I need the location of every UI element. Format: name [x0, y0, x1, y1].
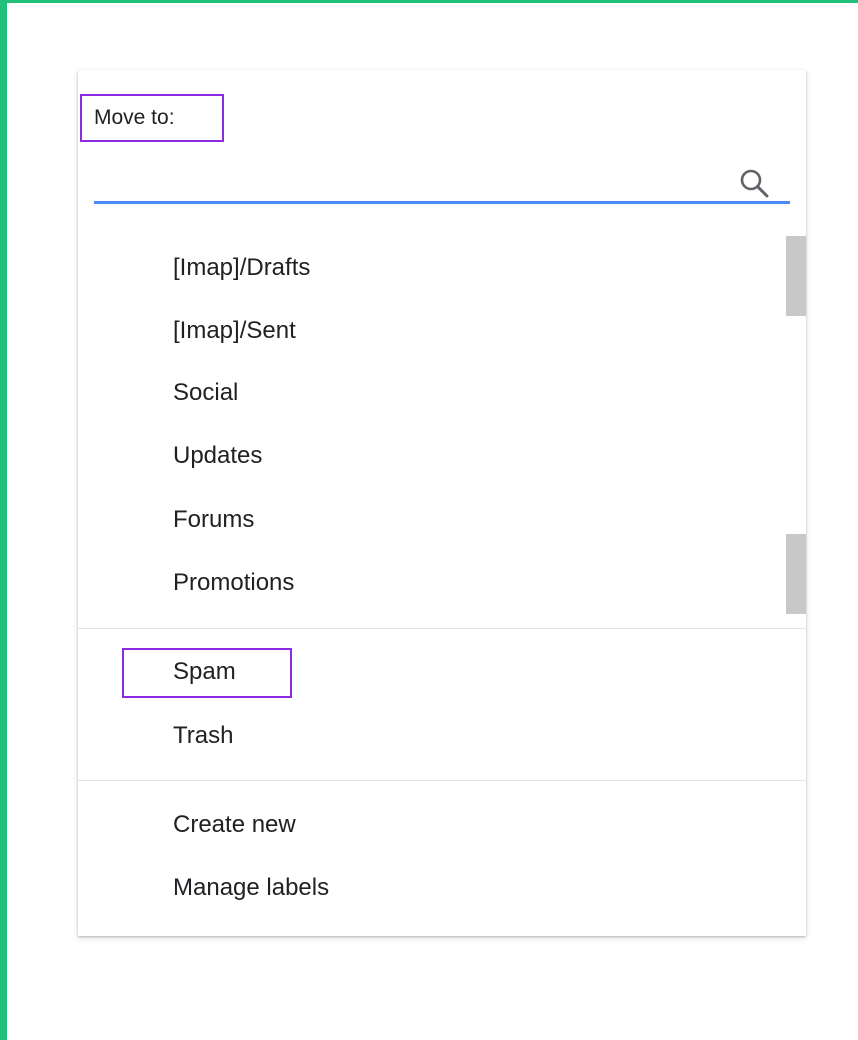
menu-item-forums[interactable]: Forums — [173, 500, 254, 540]
scrollbar-thumb-top[interactable] — [786, 236, 806, 316]
move-to-menu: Move to: [Imap]/Drafts [Imap]/Sent Socia… — [78, 70, 806, 936]
scrollbar-thumb-bottom[interactable] — [786, 534, 806, 614]
menu-item-trash[interactable]: Trash — [173, 716, 233, 756]
menu-item-manage-labels[interactable]: Manage labels — [173, 868, 329, 908]
menu-item-imap-drafts[interactable]: [Imap]/Drafts — [173, 248, 310, 288]
search-underline — [94, 201, 790, 204]
divider — [78, 628, 806, 629]
menu-heading: Move to: — [80, 94, 224, 142]
divider — [78, 780, 806, 781]
menu-item-imap-sent[interactable]: [Imap]/Sent — [173, 311, 296, 351]
search-field[interactable] — [94, 156, 790, 204]
menu-item-updates[interactable]: Updates — [173, 436, 262, 476]
menu-item-create-new[interactable]: Create new — [173, 805, 296, 845]
search-icon[interactable] — [737, 166, 771, 200]
search-input[interactable] — [94, 156, 738, 202]
menu-item-promotions[interactable]: Promotions — [173, 563, 294, 603]
menu-item-social[interactable]: Social — [173, 373, 238, 413]
folder-list-scrollbar[interactable] — [786, 236, 806, 616]
menu-item-spam[interactable]: Spam — [173, 652, 236, 692]
